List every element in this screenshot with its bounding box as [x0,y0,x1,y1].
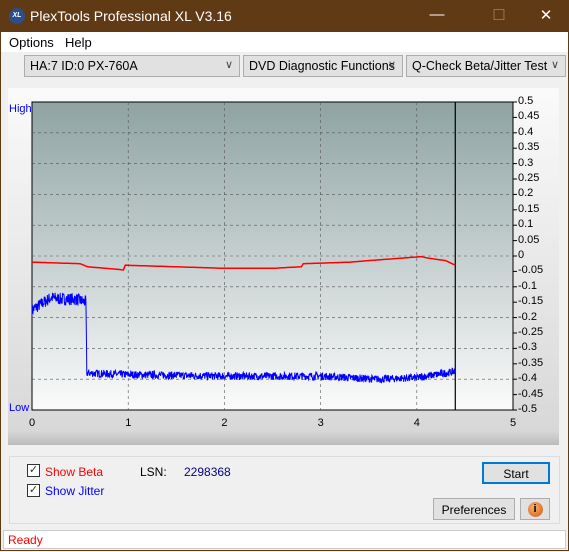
x-tick-label: 0 [29,417,36,429]
y-tick-label: 0.45 [518,110,540,123]
y-tick-label: 0.5 [518,95,534,107]
lsn-value: 2298368 [184,465,231,479]
show-beta-label[interactable]: Show Beta [45,465,103,479]
y-tick-label: -0.5 [518,403,537,415]
y-tick-label: -0.1 [518,279,537,292]
y-tick-label: -0.45 [518,387,544,400]
y-tick-label: -0.05 [518,264,544,277]
x-tick-label: 5 [510,417,517,429]
y-tick-label: 0.3 [518,156,534,169]
y-tick-label: -0.25 [518,326,544,338]
y-tick-label: -0.2 [518,310,537,323]
y-tick-label: -0.15 [518,295,544,308]
status-bar: Ready [3,530,566,549]
y-tick-label: 0.05 [518,233,540,246]
lsn-label: LSN: [140,465,167,479]
y-tick-label: 0.15 [518,202,540,215]
y-tick-label: -0.35 [518,356,544,369]
preferences-button[interactable]: Preferences [433,498,515,520]
y-tick-label: 0.2 [518,187,534,200]
info-button[interactable]: i [520,498,550,520]
show-beta-checkbox[interactable]: ✓ [27,464,40,477]
y-tick-label: -0.3 [518,341,537,354]
y-tick-label: -0.4 [518,372,537,385]
x-tick-label: 2 [221,417,228,429]
x-tick-label: 4 [413,417,420,429]
show-jitter-label[interactable]: Show Jitter [45,484,104,498]
show-jitter-checkbox[interactable]: ✓ [27,484,40,497]
y-tick-label: 0.4 [518,125,534,138]
y-tick-label: 0.35 [518,141,540,154]
y-tick-label: 0 [518,249,525,261]
x-tick-label: 3 [317,417,324,429]
x-tick-label: 1 [125,417,132,429]
start-button[interactable]: Start [482,462,550,484]
info-icon: i [527,502,543,517]
y-tick-label: 0.1 [518,218,534,231]
y-tick-label: 0.25 [518,172,540,184]
